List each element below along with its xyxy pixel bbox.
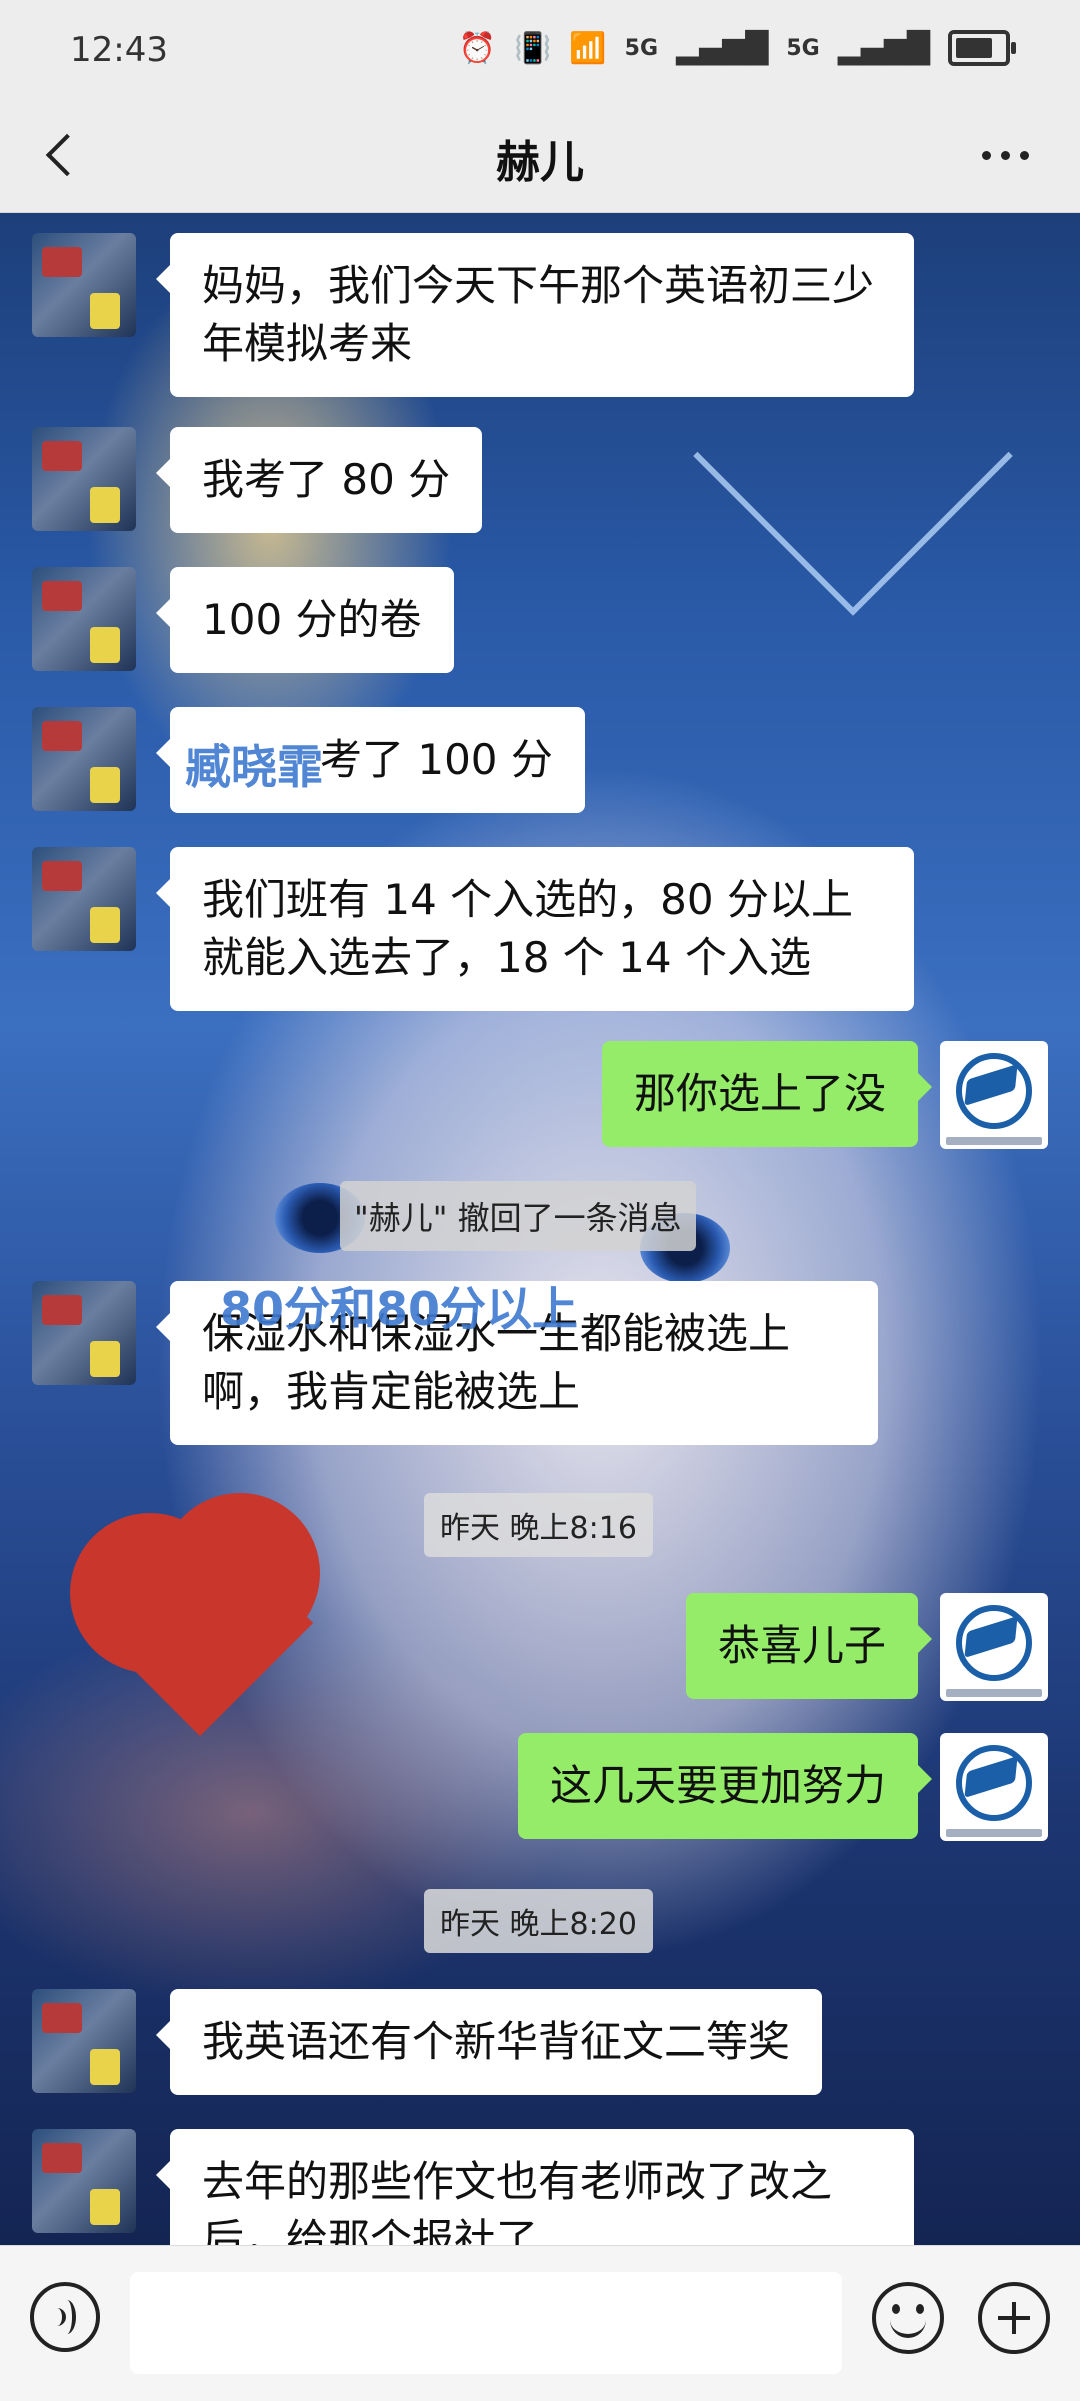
signal-5g-icon-2: 5G (786, 35, 820, 61)
message-bubble-left[interactable]: 我英语还有个新华背征文二等奖 (155, 1989, 823, 2095)
message-bubble-right[interactable]: 那你选上了没 (601, 1041, 933, 1147)
timestamp-divider: 昨天 晚上8:16 (424, 1493, 653, 1557)
status-time: 12:43 (70, 30, 168, 70)
vibrate-icon: 📳 (513, 30, 552, 66)
watermark-overlay-text: 80分和80分以上 (220, 1282, 579, 1336)
message-bubble-right[interactable]: 这几天要更加努力 (517, 1733, 933, 1839)
contact-avatar[interactable] (32, 427, 136, 531)
dot-icon (1019, 150, 1029, 160)
status-bar: 12:43 ⏰ 📳 📶 5G ▂▄▆█ 5G ▂▄▆█ (0, 0, 1080, 100)
my-avatar[interactable] (940, 1593, 1048, 1701)
message-input[interactable] (130, 2272, 842, 2374)
signal-bars-icon-2: ▂▄▆█ (837, 30, 930, 66)
timestamp-divider: 昨天 晚上8:20 (424, 1889, 653, 1953)
my-avatar[interactable] (940, 1733, 1048, 1841)
contact-avatar[interactable] (32, 233, 136, 337)
message-bubble-left[interactable]: 妈妈，我们今天下午那个英语初三少年模拟考来 (156, 233, 914, 397)
chat-title: 赫儿 (496, 137, 584, 188)
contact-avatar[interactable] (32, 707, 136, 811)
chat-area[interactable]: 妈妈，我们今天下午那个英语初三少年模拟考来 我考了 80 分 100 分的卷 考… (0, 213, 1080, 2245)
contact-avatar[interactable] (32, 1989, 136, 2093)
watermark-overlay-text: 臧晓霏 (185, 740, 323, 794)
more-options-button[interactable] (970, 130, 1040, 180)
voice-input-button[interactable] (30, 2282, 100, 2352)
dot-icon (1000, 150, 1010, 160)
battery-icon (948, 30, 1016, 66)
signal-bars-icon: ▂▄▆█ (676, 30, 769, 66)
message-bubble-left[interactable]: 去年的那些作文也有老师改了改之后，给那个报社了 (156, 2129, 914, 2245)
message-bubble-right[interactable]: 恭喜儿子 (685, 1593, 933, 1699)
emoji-button[interactable] (872, 2282, 944, 2354)
dot-icon (981, 150, 991, 160)
background-red-heart (50, 1473, 350, 1773)
logo-caption (946, 1689, 1042, 1697)
message-bubble-left[interactable]: 我考了 80 分 (155, 427, 483, 533)
contact-avatar[interactable] (32, 567, 136, 671)
message-bubble-left[interactable]: 100 分的卷 (156, 567, 454, 673)
contact-avatar[interactable] (32, 1281, 136, 1385)
logo-caption (946, 1829, 1042, 1837)
wifi-icon: 📶 (569, 30, 607, 66)
signal-5g-icon: 5G (624, 35, 659, 61)
contact-avatar[interactable] (32, 2129, 136, 2233)
input-bar (0, 2245, 1080, 2401)
more-actions-button[interactable] (978, 2282, 1050, 2354)
logo-caption (946, 1137, 1042, 1145)
status-icons: ⏰ 📳 📶 5G ▂▄▆█ 5G ▂▄▆█ (458, 30, 1016, 66)
my-avatar[interactable] (940, 1041, 1048, 1149)
contact-avatar[interactable] (32, 847, 136, 951)
message-bubble-left[interactable]: 我们班有 14 个入选的，80 分以上就能入选去了，18 个 14 个入选 (156, 847, 914, 1011)
recall-notice: "赫儿" 撤回了一条消息 (340, 1181, 696, 1251)
alarm-icon: ⏰ (458, 30, 496, 66)
chat-header: 赫儿 (0, 100, 1080, 213)
